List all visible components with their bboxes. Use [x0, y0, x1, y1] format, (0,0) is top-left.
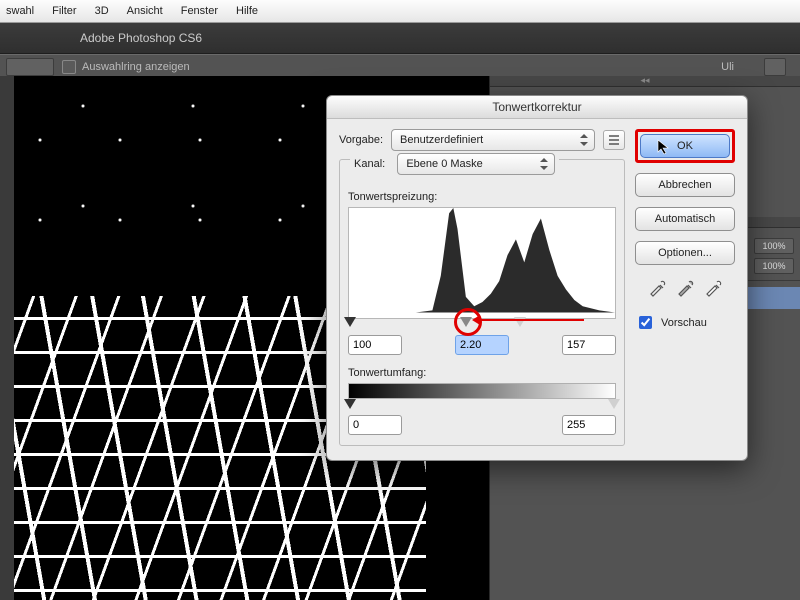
panel-grip[interactable]: ◂◂ [490, 76, 800, 87]
workspace-label[interactable]: Uli [721, 61, 734, 73]
output-levels-label: Tonwertumfang: [348, 367, 616, 379]
channel-label: Kanal: [354, 158, 385, 170]
preview-label: Vorschau [661, 317, 707, 329]
channel-group: Kanal: Ebene 0 Maske Tonwertspreizung: [339, 159, 625, 446]
auto-button[interactable]: Automatisch [635, 207, 735, 231]
dialog-title: Tonwertkorrektur [327, 96, 747, 119]
selection-ring-label: Auswahlring anzeigen [82, 61, 190, 73]
levels-dialog: Tonwertkorrektur Vorgabe: Benutzerdefini… [326, 95, 748, 461]
preset-menu-icon[interactable] [603, 130, 625, 150]
menu-item[interactable]: 3D [95, 5, 109, 17]
preview-checkbox[interactable] [639, 316, 652, 329]
input-levels-label: Tonwertspreizung: [348, 191, 616, 203]
app-title: Adobe Photoshop CS6 [80, 31, 202, 45]
gamma-input[interactable] [455, 335, 509, 355]
mac-menubar[interactable]: swahl Filter 3D Ansicht Fenster Hilfe [0, 0, 800, 23]
options-button[interactable]: Optionen... [635, 241, 735, 265]
preset-dropdown[interactable]: Benutzerdefiniert [391, 129, 595, 151]
fill-value[interactable]: 100% [754, 258, 794, 274]
output-black-slider[interactable] [344, 399, 356, 409]
gray-eyedropper-icon[interactable] [676, 279, 694, 297]
shadow-input[interactable] [348, 335, 402, 355]
preview-checkbox-row[interactable]: Vorschau [635, 313, 735, 332]
black-eyedropper-icon[interactable] [648, 279, 666, 297]
histogram[interactable] [348, 207, 616, 319]
workspace-dropdown[interactable] [764, 58, 786, 76]
output-white-slider[interactable] [608, 399, 620, 409]
channel-dropdown[interactable]: Ebene 0 Maske [397, 153, 555, 175]
histogram-chart [349, 208, 615, 313]
tab-gutter [0, 76, 14, 600]
output-black-input[interactable] [348, 415, 402, 435]
input-sliders[interactable] [348, 317, 616, 329]
ok-button[interactable]: OK [640, 134, 730, 158]
annotation-ok-highlight: OK [635, 129, 735, 163]
menu-item[interactable]: Fenster [181, 5, 218, 17]
menu-item[interactable]: swahl [6, 5, 34, 17]
output-gradient[interactable] [348, 383, 616, 399]
white-eyedropper-icon[interactable] [704, 279, 722, 297]
preset-label: Vorgabe: [339, 134, 383, 146]
cancel-button[interactable]: Abbrechen [635, 173, 735, 197]
opacity-value[interactable]: 100% [754, 238, 794, 254]
output-sliders[interactable] [348, 399, 616, 411]
selection-ring-checkbox[interactable] [62, 60, 76, 74]
menu-item[interactable]: Ansicht [127, 5, 163, 17]
menu-item[interactable]: Filter [52, 5, 76, 17]
shadow-slider[interactable] [344, 317, 356, 327]
output-white-input[interactable] [562, 415, 616, 435]
tool-preset-dropdown[interactable] [6, 58, 54, 76]
app-header: Adobe Photoshop CS6 [0, 23, 800, 54]
highlight-input[interactable] [562, 335, 616, 355]
annotation-arrow [480, 319, 584, 321]
eyedropper-group [635, 279, 735, 297]
menu-item[interactable]: Hilfe [236, 5, 258, 17]
